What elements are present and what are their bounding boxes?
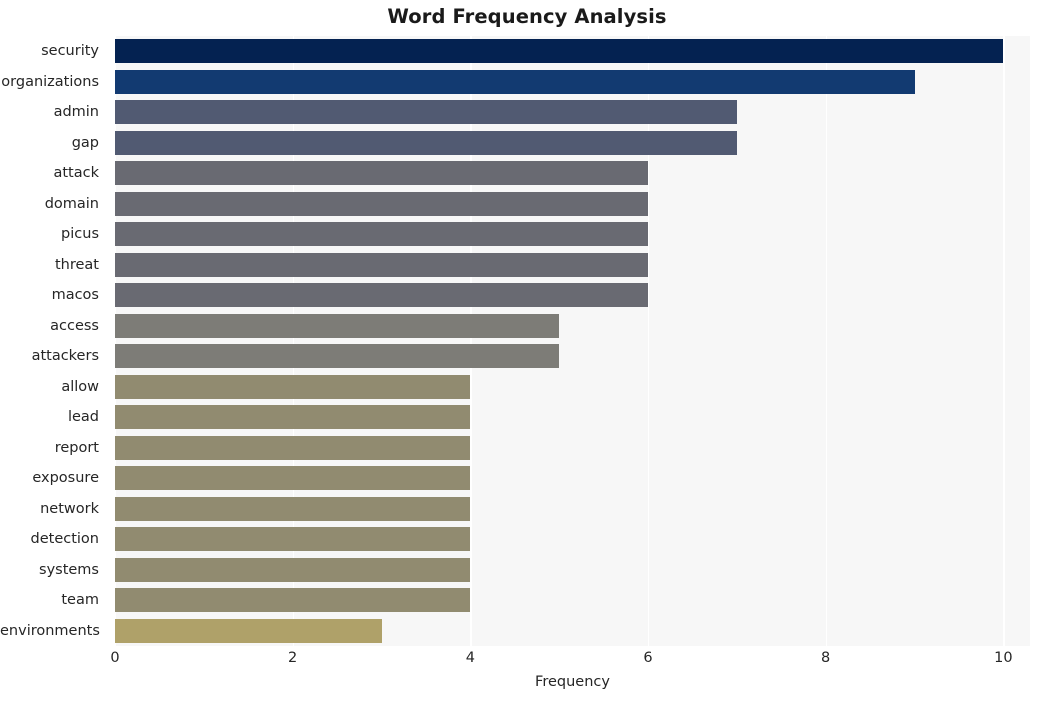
y-tick-label-organizations: organizations xyxy=(1,73,99,90)
x-tick-label-8: 8 xyxy=(821,650,831,666)
bar-systems xyxy=(115,557,471,582)
y-tick-label-threat: threat xyxy=(54,256,99,273)
y-tick-label-environments: environments xyxy=(0,622,100,639)
bar-report xyxy=(115,435,471,460)
bar-macos xyxy=(115,283,648,308)
bar-access xyxy=(115,313,560,338)
bar-row xyxy=(115,39,1030,64)
y-tick-label-exposure: exposure xyxy=(32,470,99,487)
gridline-x-0 xyxy=(115,36,117,646)
y-tick-label-macos: macos xyxy=(51,287,99,304)
bar-row xyxy=(115,69,1030,94)
y-tick-label-network: network xyxy=(40,500,99,517)
y-tick-label-picus: picus xyxy=(61,226,99,243)
y-tick-label-detection: detection xyxy=(30,531,99,548)
gridline-x-2 xyxy=(292,36,294,646)
y-tick-label-team: team xyxy=(61,592,99,609)
x-tick-label-0: 0 xyxy=(110,650,120,666)
gridline-x-10 xyxy=(1003,36,1005,646)
gridline-x-6 xyxy=(648,36,650,646)
bar-row xyxy=(115,252,1030,277)
x-axis-label: Frequency xyxy=(535,674,610,690)
bar-row xyxy=(115,618,1030,643)
plot-area xyxy=(115,36,1030,646)
bar-attack xyxy=(115,161,648,186)
chart-figure: Word Frequency Analysis security organiza… xyxy=(0,0,1054,701)
y-tick-label-report: report xyxy=(54,439,99,456)
bar-row xyxy=(115,405,1030,430)
bar-team xyxy=(115,588,471,613)
bar-row xyxy=(115,557,1030,582)
bar-row xyxy=(115,435,1030,460)
bar-gap xyxy=(115,130,737,155)
y-tick-label-lead: lead xyxy=(67,409,99,426)
bar-environments xyxy=(115,618,382,643)
x-tick-label-10: 10 xyxy=(994,650,1013,666)
bar-row xyxy=(115,283,1030,308)
bar-row xyxy=(115,344,1030,369)
bar-row xyxy=(115,100,1030,125)
y-tick-label-gap: gap xyxy=(71,134,99,151)
y-tick-label-security: security xyxy=(41,43,99,60)
gridline-x-8 xyxy=(825,36,827,646)
bar-picus xyxy=(115,222,648,247)
gridline-x-4 xyxy=(470,36,472,646)
y-tick-label-attackers: attackers xyxy=(31,348,99,365)
x-tick-label-2: 2 xyxy=(288,650,298,666)
x-axis-tick-labels: 0 2 4 6 8 10 xyxy=(110,650,1030,674)
bar-exposure xyxy=(115,466,471,491)
y-tick-label-domain: domain xyxy=(44,195,99,212)
y-tick-label-access: access xyxy=(50,317,99,334)
bar-row xyxy=(115,222,1030,247)
bar-security xyxy=(115,39,1004,64)
y-tick-label-admin: admin xyxy=(53,104,99,121)
y-tick-label-allow: allow xyxy=(61,378,99,395)
y-tick-label-attack: attack xyxy=(53,165,99,182)
bar-row xyxy=(115,191,1030,216)
y-tick-label-systems: systems xyxy=(39,561,99,578)
bar-admin xyxy=(115,100,737,125)
bar-row xyxy=(115,161,1030,186)
bar-row xyxy=(115,527,1030,552)
bar-detection xyxy=(115,527,471,552)
bar-attackers xyxy=(115,344,560,369)
bar-row xyxy=(115,374,1030,399)
x-tick-label-6: 6 xyxy=(643,650,653,666)
bar-row xyxy=(115,588,1030,613)
bar-lead xyxy=(115,405,471,430)
bar-threat xyxy=(115,252,648,277)
bar-organizations xyxy=(115,69,915,94)
bar-row xyxy=(115,130,1030,155)
y-axis-tick-labels: security organizations admin gap attack domai… xyxy=(0,36,107,646)
bar-row xyxy=(115,466,1030,491)
bar-row xyxy=(115,313,1030,338)
bar-network xyxy=(115,496,471,521)
chart-title: Word Frequency Analysis xyxy=(387,5,667,28)
x-tick-label-4: 4 xyxy=(465,650,475,666)
bar-row xyxy=(115,496,1030,521)
bar-domain xyxy=(115,191,648,216)
bar-allow xyxy=(115,374,471,399)
